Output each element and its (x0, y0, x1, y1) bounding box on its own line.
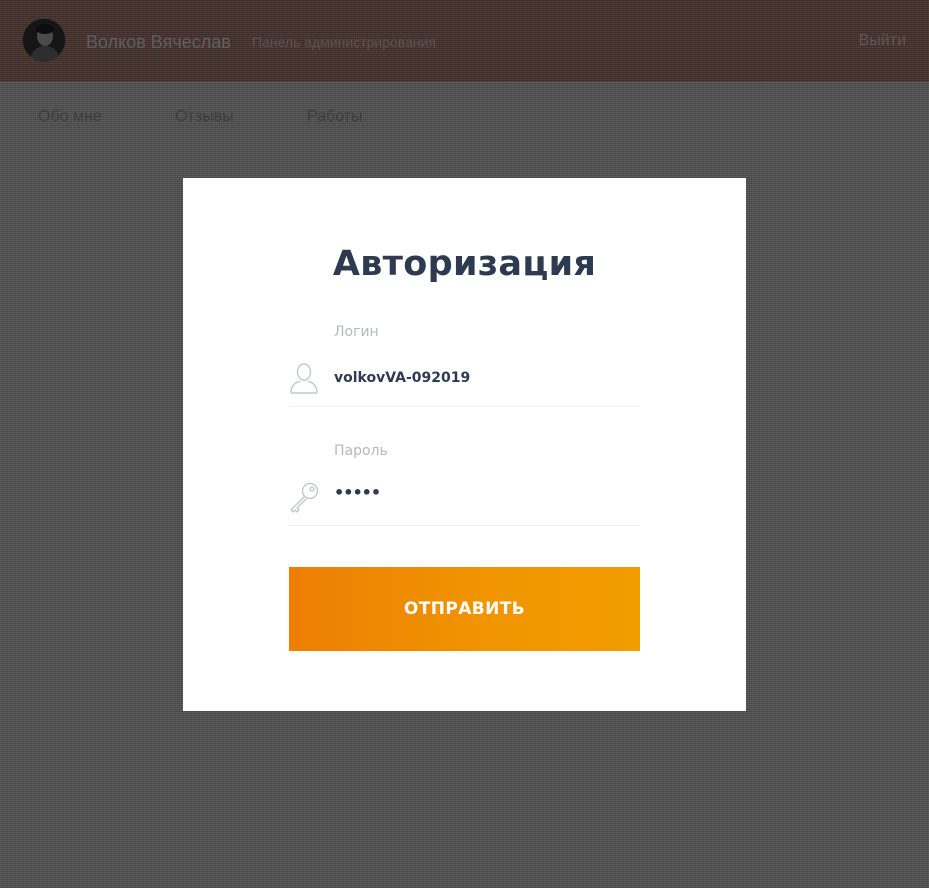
login-input[interactable] (334, 366, 634, 390)
top-bar: Волков Вячеслав Панель администрирования… (0, 0, 929, 81)
user-icon (289, 361, 319, 395)
password-input[interactable]: ••••• (334, 483, 634, 507)
tab-works[interactable]: Работы (307, 108, 363, 126)
password-label: Пароль (334, 443, 388, 459)
auth-modal: Авторизация Логин Пароль ••••• ОТПРАВИТЬ (183, 178, 746, 711)
password-underline (289, 525, 640, 526)
submit-button[interactable]: ОТПРАВИТЬ (289, 567, 640, 651)
logout-link[interactable]: Выйти (859, 32, 906, 50)
section-tabs: Обо мне Отзывы Работы (0, 100, 929, 134)
password-field: Пароль ••••• (289, 443, 640, 526)
modal-title: Авторизация (332, 244, 597, 284)
tab-reviews[interactable]: Отзывы (175, 108, 234, 126)
login-field: Логин (289, 324, 640, 407)
admin-panel-title: Панель администрирования (252, 34, 436, 50)
tab-about[interactable]: Обо мне (38, 108, 102, 126)
avatar (22, 18, 66, 62)
login-label: Логин (334, 324, 379, 340)
key-icon (289, 480, 319, 514)
user-name: Волков Вячеслав (86, 32, 231, 52)
login-underline (289, 406, 640, 407)
